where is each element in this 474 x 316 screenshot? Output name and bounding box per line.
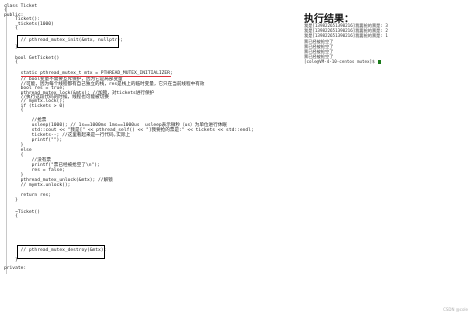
code-line: { [4, 108, 24, 113]
code-line: } [4, 258, 18, 263]
code-line: private: [4, 266, 27, 271]
code-line: class Ticket [4, 4, 38, 9]
code-line: // mymtx.unlock(); [4, 183, 71, 188]
output-panel: 执行结果： 我是[139822651390216]我要抢的票是: 3 我是[139… [300, 6, 470, 74]
watermark: CSDN @cole [443, 307, 468, 312]
terminal-cursor [378, 60, 382, 65]
code-line: } [4, 198, 18, 203]
code-line: } [4, 45, 18, 50]
highlight-box-init [17, 35, 119, 48]
code-line: { [4, 214, 18, 219]
code-editor[interactable]: class Ticket{public: Ticket(): _tickets(… [0, 0, 296, 316]
code-line: { [4, 26, 18, 31]
underline-static-mutex [21, 76, 171, 77]
code-line: { [4, 60, 18, 65]
shell-prompt: [cole@VM-4-10-centos mutex]$ [304, 59, 382, 65]
highlight-box-destroy [17, 245, 105, 259]
